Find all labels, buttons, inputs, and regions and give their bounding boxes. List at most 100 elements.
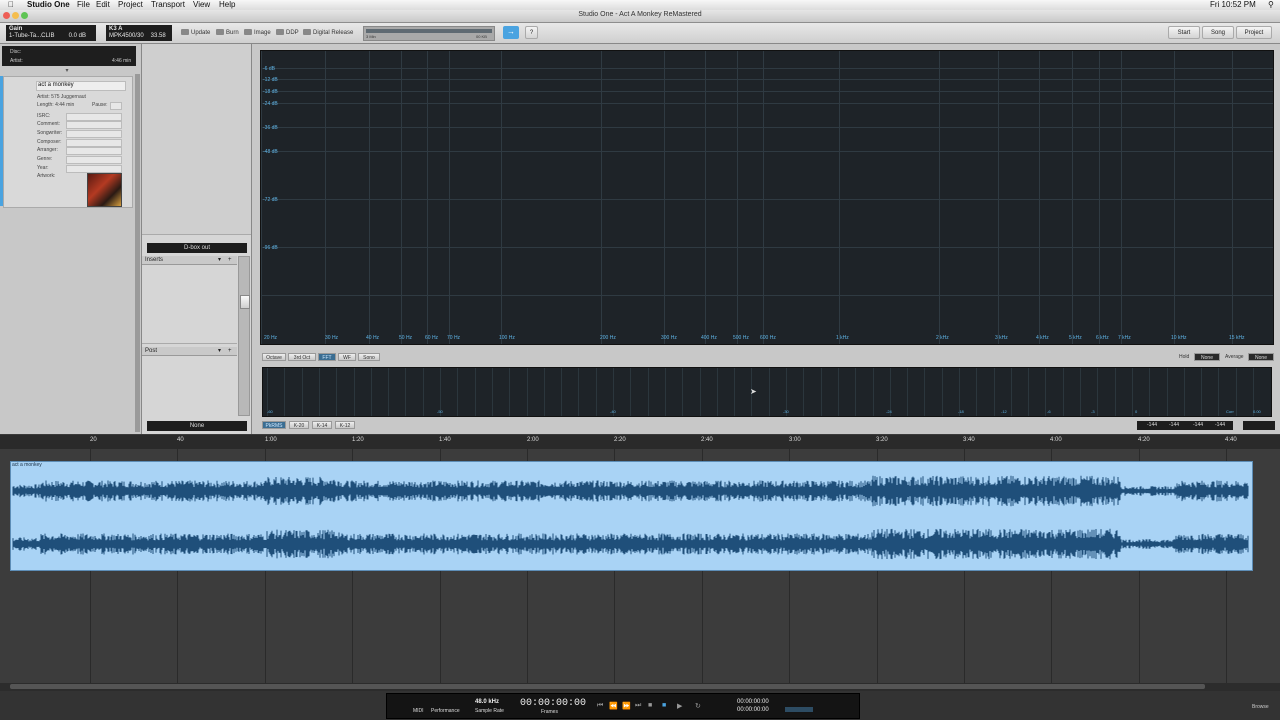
update-button[interactable]: Update bbox=[181, 28, 210, 38]
spectrum-analyzer[interactable]: -6 dB -12 dB -18 dB -24 dB -36 dB -48 dB… bbox=[260, 50, 1274, 345]
start-button[interactable]: Start bbox=[1168, 26, 1200, 39]
burn-button[interactable]: Burn bbox=[216, 28, 239, 38]
disc-panel-scrollbar[interactable] bbox=[135, 74, 140, 432]
meter-label-30: -30 bbox=[783, 409, 789, 414]
meter-tick bbox=[803, 368, 804, 416]
time-format-label: Frames bbox=[541, 709, 558, 715]
genre-field[interactable] bbox=[66, 156, 122, 164]
meter-label-50: -50 bbox=[437, 409, 443, 414]
mode-wf[interactable]: WF bbox=[338, 353, 356, 361]
songwriter-field[interactable] bbox=[66, 130, 122, 138]
ruler-label: 40 bbox=[177, 437, 184, 443]
digital-release-button[interactable]: Digital Release bbox=[303, 28, 353, 38]
main-time-display[interactable]: 00:00:00:00 bbox=[520, 698, 586, 709]
meter-tick bbox=[561, 368, 562, 416]
grid-line bbox=[763, 51, 764, 344]
arranger-field[interactable] bbox=[66, 147, 122, 155]
menu-help[interactable]: Help bbox=[219, 0, 235, 10]
average-selector[interactable]: None bbox=[1248, 353, 1274, 361]
k-value: 33.58 bbox=[150, 33, 166, 39]
loop-icon[interactable]: ↻ bbox=[695, 702, 701, 710]
post-chevron-icon[interactable]: ▾ bbox=[218, 347, 221, 356]
post-add-icon[interactable]: + bbox=[228, 347, 232, 356]
meter-tick bbox=[1045, 368, 1046, 416]
pause-field[interactable] bbox=[110, 102, 122, 110]
x-label-10khz: 10 kHz bbox=[1171, 335, 1187, 341]
stop-icon[interactable]: ■ bbox=[648, 702, 652, 709]
ddp-button[interactable]: DDP bbox=[276, 28, 299, 38]
mode-octave[interactable]: Octave bbox=[262, 353, 286, 361]
grid-line bbox=[601, 51, 602, 344]
meter-tick bbox=[578, 368, 579, 416]
rewind-icon[interactable]: ⏪ bbox=[609, 702, 618, 710]
arranger-label: Arranger: bbox=[37, 147, 58, 153]
x-label-70hz: 70 Hz bbox=[447, 335, 461, 341]
scale-k20[interactable]: K-20 bbox=[289, 421, 309, 429]
mode-fft[interactable]: FFT bbox=[318, 353, 336, 361]
scale-k14[interactable]: K-14 bbox=[312, 421, 332, 429]
scale-pkrms[interactable]: PkRMS bbox=[262, 421, 286, 429]
chevron-down-icon[interactable]: ▾ bbox=[60, 67, 74, 74]
audio-clip[interactable] bbox=[10, 461, 1253, 571]
x-label-200hz: 200 Hz bbox=[600, 335, 616, 341]
loop-start-display[interactable]: 00:00:00:00 bbox=[737, 699, 769, 705]
scale-k12[interactable]: K-12 bbox=[335, 421, 355, 429]
spotlight-icon[interactable]: ⚲ bbox=[1268, 0, 1274, 10]
image-button[interactable]: Image bbox=[244, 28, 271, 38]
volume-fader-track[interactable] bbox=[238, 256, 250, 416]
album-artwork-image[interactable] bbox=[87, 173, 122, 207]
mode-sono[interactable]: Sono bbox=[358, 353, 380, 361]
snap-button[interactable]: → bbox=[503, 26, 519, 39]
timeline-ruler[interactable]: 20 40 1:00 1:20 1:40 2:00 2:20 2:40 3:00… bbox=[0, 435, 1280, 450]
loop-end-display[interactable]: 00:00:00:00 bbox=[737, 707, 769, 713]
menu-edit[interactable]: Edit bbox=[96, 0, 110, 10]
ddp-label: DDP bbox=[286, 30, 299, 36]
apple-icon[interactable]:  bbox=[8, 0, 14, 10]
digital-release-icon bbox=[303, 29, 311, 36]
hold-selector[interactable]: None bbox=[1194, 353, 1220, 361]
grid-line bbox=[839, 51, 840, 344]
menu-project[interactable]: Project bbox=[118, 0, 143, 10]
project-button[interactable]: Project bbox=[1236, 26, 1272, 39]
help-button[interactable]: ? bbox=[525, 26, 538, 39]
artwork-label: Artwork: bbox=[37, 173, 56, 179]
inserts-add-icon[interactable]: + bbox=[228, 256, 232, 265]
song-button[interactable]: Song bbox=[1202, 26, 1234, 39]
play-icon[interactable]: ■ bbox=[662, 702, 666, 709]
grid-line bbox=[1232, 51, 1233, 344]
mode-third-octave[interactable]: 3rd Oct bbox=[288, 353, 316, 361]
menu-transport[interactable]: Transport bbox=[151, 0, 185, 10]
fast-forward-icon[interactable]: ⏩ bbox=[622, 702, 631, 710]
return-to-zero-icon[interactable]: ⏮ bbox=[597, 702, 603, 710]
menu-app-name[interactable]: Studio One bbox=[27, 0, 70, 10]
meter-tick bbox=[544, 368, 545, 416]
isrc-label: ISRC: bbox=[37, 113, 51, 119]
meter-tick bbox=[284, 368, 285, 416]
horizontal-scrollbar[interactable] bbox=[0, 683, 1280, 691]
inserts-chevron-icon[interactable]: ▾ bbox=[218, 256, 221, 265]
y-label-18: -18 dB bbox=[263, 89, 278, 95]
volume-fader-handle[interactable] bbox=[240, 295, 250, 309]
play-button-icon[interactable]: ▶ bbox=[677, 702, 682, 710]
meter-tick bbox=[527, 368, 528, 416]
inserts-slots[interactable] bbox=[142, 265, 237, 344]
none-selector[interactable]: None bbox=[147, 421, 247, 431]
meter-tick bbox=[1218, 368, 1219, 416]
menubar-clock[interactable]: Fri 10:52 PM bbox=[1210, 0, 1256, 10]
x-label-6khz: 6 kHz bbox=[1096, 335, 1109, 341]
scroll-thumb[interactable] bbox=[10, 684, 1205, 689]
go-to-end-icon[interactable]: ⏭ bbox=[635, 702, 641, 710]
isrc-field[interactable] bbox=[66, 113, 122, 121]
output-selector[interactable]: D-box out bbox=[147, 243, 247, 253]
composer-field[interactable] bbox=[66, 139, 122, 147]
comment-field[interactable] bbox=[66, 121, 122, 129]
meter-label-18: -18 bbox=[958, 409, 964, 414]
menu-view[interactable]: View bbox=[193, 0, 210, 10]
menu-file[interactable]: File bbox=[77, 0, 90, 10]
grid-line bbox=[939, 51, 940, 344]
year-field[interactable] bbox=[66, 165, 122, 173]
gain-display[interactable]: Gain 1-Tube-Ta...CLIB 0.0 dB bbox=[6, 25, 96, 41]
k-system-display[interactable]: K3 A MPK4500/30 33.58 bbox=[106, 25, 172, 41]
browse-button[interactable]: Browse bbox=[1252, 704, 1269, 710]
meter-tick bbox=[700, 368, 701, 416]
